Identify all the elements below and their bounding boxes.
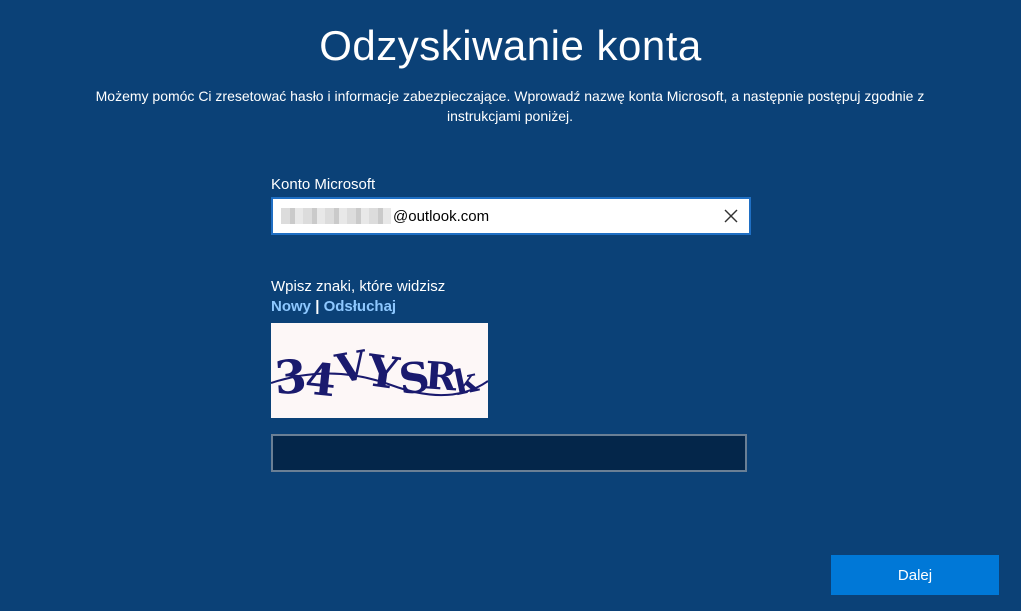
close-icon[interactable] xyxy=(721,206,741,226)
page-subtitle: Możemy pomóc Ci zresetować hasło i infor… xyxy=(95,88,925,124)
page-title: Odzyskiwanie konta xyxy=(319,22,702,69)
account-domain-text: @outlook.com xyxy=(393,207,490,225)
captcha-separator: | xyxy=(315,298,320,315)
captcha-listen-link[interactable]: Odsłuchaj xyxy=(324,298,397,315)
captcha-section: Wpisz znaki, które widzisz Nowy | Odsłuc… xyxy=(271,277,751,418)
redacted-username xyxy=(281,208,391,224)
captcha-new-link[interactable]: Nowy xyxy=(271,298,311,315)
captcha-input[interactable] xyxy=(271,434,747,472)
account-field[interactable]: @outlook.com xyxy=(271,197,751,235)
account-recovery-page: Odzyskiwanie konta Możemy pomóc Ci zrese… xyxy=(0,0,1021,611)
account-label: Konto Microsoft xyxy=(271,176,376,193)
account-form: Konto Microsoft @outlook.com xyxy=(271,176,751,235)
captcha-image: 3 4 V Y S R k xyxy=(271,323,488,418)
captcha-label: Wpisz znaki, które widzisz xyxy=(271,278,446,295)
captcha-char-2: 4 xyxy=(303,353,339,407)
captcha-links: Nowy | Odsłuchaj xyxy=(271,297,751,317)
next-button[interactable]: Dalej xyxy=(831,555,999,595)
